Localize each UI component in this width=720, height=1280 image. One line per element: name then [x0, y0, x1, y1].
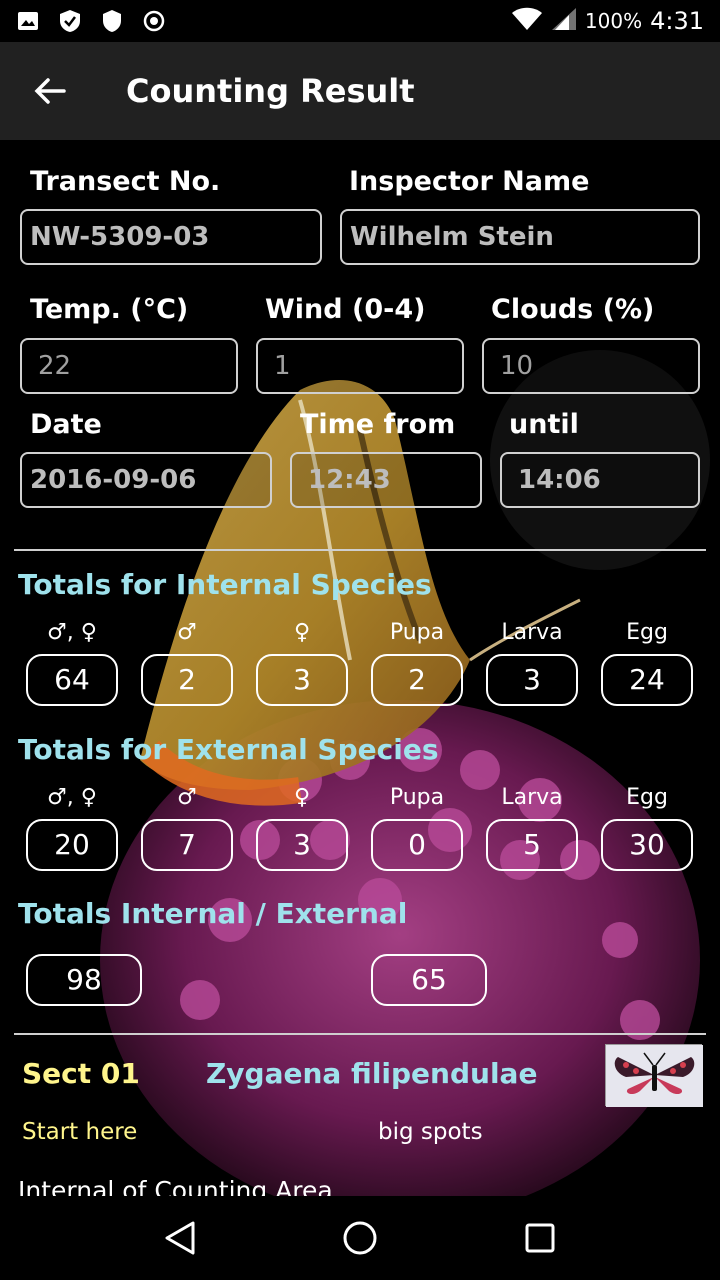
back-button[interactable] [20, 61, 80, 121]
species-name: Zygaena filipendulae [206, 1057, 538, 1090]
inspector-field[interactable]: Wilhelm Stein [340, 209, 700, 265]
moth-image [606, 1045, 703, 1107]
section-note-left: Start here [22, 1119, 138, 1145]
total-internal-count: 98 [26, 954, 142, 1006]
internal-totals-title: Totals for Internal Species [18, 568, 432, 601]
external-larva-count: 5 [486, 819, 578, 871]
col-header-egg: Egg [626, 620, 668, 645]
clouds-label: Clouds (%) [491, 294, 655, 325]
external-male-count: 7 [141, 819, 233, 871]
external-totals-title: Totals for External Species [18, 733, 439, 766]
record-icon [142, 9, 166, 33]
transect-label: Transect No. [30, 166, 221, 197]
internal-egg-count: 24 [601, 654, 693, 706]
clouds-field[interactable]: 10 [482, 338, 700, 394]
external-pupa-count: 0 [371, 819, 463, 871]
circle-home-icon [343, 1221, 377, 1255]
internal-male-female-count: 64 [26, 654, 118, 706]
shield-check-icon [58, 9, 82, 33]
until-label: until [509, 409, 579, 440]
section-label: Sect 01 [22, 1057, 140, 1090]
square-recents-icon [525, 1223, 555, 1253]
internal-male-count: 2 [141, 654, 233, 706]
nav-home-button[interactable] [330, 1208, 390, 1268]
triangle-back-icon [165, 1221, 195, 1255]
divider [14, 1033, 706, 1035]
until-field[interactable]: 14:06 [500, 452, 700, 508]
clock: 4:31 [650, 7, 704, 35]
col-header-male-female: ♂, ♀ [47, 620, 97, 645]
external-egg-count: 30 [601, 819, 693, 871]
shield-icon [100, 9, 124, 33]
internal-larva-count: 3 [486, 654, 578, 706]
col-header-pupa: Pupa [389, 785, 445, 810]
col-header-male: ♂ [177, 620, 197, 645]
nav-back-button[interactable] [150, 1208, 210, 1268]
date-label: Date [30, 409, 102, 440]
internal-pupa-count: 2 [371, 654, 463, 706]
wifi-icon [511, 7, 543, 36]
wind-label: Wind (0-4) [265, 294, 426, 325]
col-header-female: ♀ [293, 785, 311, 810]
transect-field[interactable]: NW-5309-03 [20, 209, 322, 265]
system-navigation-bar [0, 1196, 720, 1280]
counting-area-label: Internal of Counting Area [18, 1176, 333, 1196]
col-header-egg: Egg [626, 785, 668, 810]
temp-field[interactable]: 22 [20, 338, 238, 394]
divider [14, 549, 706, 551]
temp-label: Temp. (°C) [30, 294, 189, 325]
internal-female-count: 3 [256, 654, 348, 706]
totals-title: Totals Internal / External [18, 897, 408, 930]
status-bar: 100% 4:31 [0, 0, 720, 42]
time-from-label: Time from [300, 409, 456, 440]
section-note-right: big spots [378, 1119, 483, 1145]
external-female-count: 3 [256, 819, 348, 871]
signal-icon [551, 7, 577, 36]
counting-result-content[interactable]: Transect No. Inspector Name NW-5309-03 W… [0, 140, 720, 1196]
time-from-field[interactable]: 12:43 [290, 452, 482, 508]
col-header-larva: Larva [501, 620, 563, 645]
page-title: Counting Result [126, 72, 415, 110]
species-thumbnail[interactable] [605, 1044, 703, 1107]
wind-field[interactable]: 1 [256, 338, 464, 394]
app-bar: Counting Result [0, 42, 720, 140]
col-header-male: ♂ [177, 785, 197, 810]
inspector-label: Inspector Name [349, 166, 590, 197]
external-male-female-count: 20 [26, 819, 118, 871]
col-header-larva: Larva [501, 785, 563, 810]
col-header-pupa: Pupa [389, 620, 445, 645]
total-external-count: 65 [371, 954, 487, 1006]
battery-level: 100% [584, 9, 643, 33]
image-notification-icon [16, 9, 40, 33]
nav-recents-button[interactable] [510, 1208, 570, 1268]
col-header-male-female: ♂, ♀ [47, 785, 97, 810]
date-field[interactable]: 2016-09-06 [20, 452, 272, 508]
arrow-back-icon [34, 78, 66, 104]
col-header-female: ♀ [293, 620, 311, 645]
